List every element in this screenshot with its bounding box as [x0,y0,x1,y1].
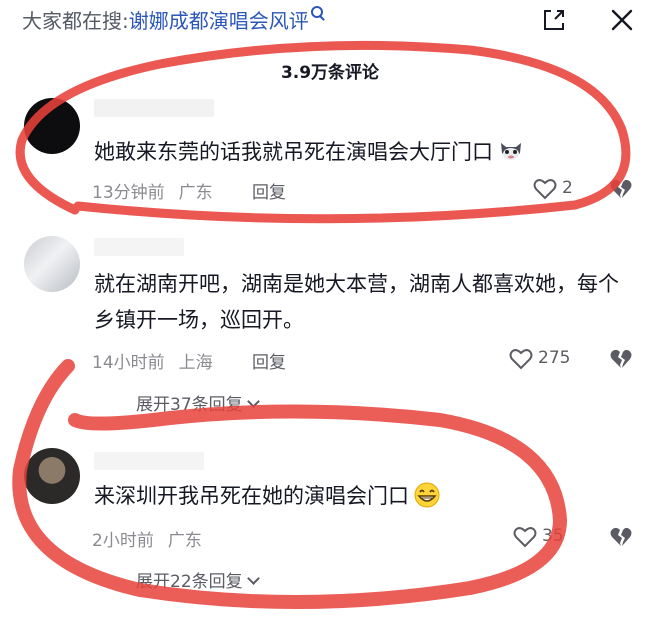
cat-emoji-icon [501,143,521,160]
broken-heart-icon[interactable] [608,524,634,550]
comment-location: 广东 [167,531,202,551]
reply-button[interactable]: 回复 [252,348,286,373]
avatar[interactable] [24,236,80,292]
comment-time: 2小时前 [92,531,154,551]
comment-count: 3.9万条评论 [280,63,380,83]
comment-meta: 2小时前 广东 [92,526,202,551]
expand-replies-label: 展开22条回复 [136,572,243,592]
search-suggestion-query[interactable]: 谢娜成都演唱会风评 [129,9,309,33]
username-blurred [94,238,184,256]
username-blurred [94,452,204,470]
comment-text-content: 来深圳开我吊死在她的演唱会门口 [94,484,409,508]
expand-replies-button[interactable]: 展开37条回复 [136,390,260,415]
header-bar: 大家都在搜:谢娜成都演唱会风评 [0,0,660,40]
chevron-down-icon [246,572,260,585]
comment-text-content: 她敢来东莞的话我就吊死在演唱会大厅门口 [94,140,493,164]
expand-replies-label: 展开37条回复 [136,395,243,415]
comment-meta: 14小时前 上海 [92,348,213,373]
search-icon[interactable] [310,6,325,21]
comment-text: 她敢来东莞的话我就吊死在演唱会大厅门口 [94,134,564,170]
comment-time: 14小时前 [92,353,165,373]
like-count: 35 [542,526,564,546]
comment-time: 13分钟前 [92,183,165,203]
username-blurred [94,99,214,117]
comment-location: 上海 [178,353,213,373]
search-suggestion-prefix: 大家都在搜: [22,9,129,33]
heart-icon [509,349,533,370]
chevron-down-icon [246,395,260,408]
like-button[interactable]: 2 [532,176,582,202]
heart-icon [533,179,557,200]
comment-text: 来深圳开我吊死在她的演唱会门口 [94,478,639,514]
like-button[interactable]: 35 [512,524,582,550]
avatar[interactable] [24,98,80,154]
broken-heart-icon[interactable] [608,176,634,202]
comment-text: 就在湖南开吧，湖南是她大本营，湖南人都喜欢她，每个乡镇开一场，巡回开。 [94,272,619,332]
like-button[interactable]: 275 [508,346,588,372]
expand-replies-button[interactable]: 展开22条回复 [136,567,260,592]
close-icon[interactable] [608,6,636,34]
heart-icon [513,527,537,548]
expand-icon[interactable] [542,8,566,32]
grin-emoji-icon [414,482,440,508]
broken-heart-icon[interactable] [608,346,634,372]
avatar[interactable] [24,448,80,504]
search-suggestion[interactable]: 大家都在搜:谢娜成都演唱会风评 [22,6,325,34]
comment-location: 广东 [178,183,213,203]
like-count: 275 [538,348,571,368]
comment-meta: 13分钟前 广东 [92,178,213,203]
reply-button[interactable]: 回复 [252,178,286,203]
like-count: 2 [562,178,573,198]
